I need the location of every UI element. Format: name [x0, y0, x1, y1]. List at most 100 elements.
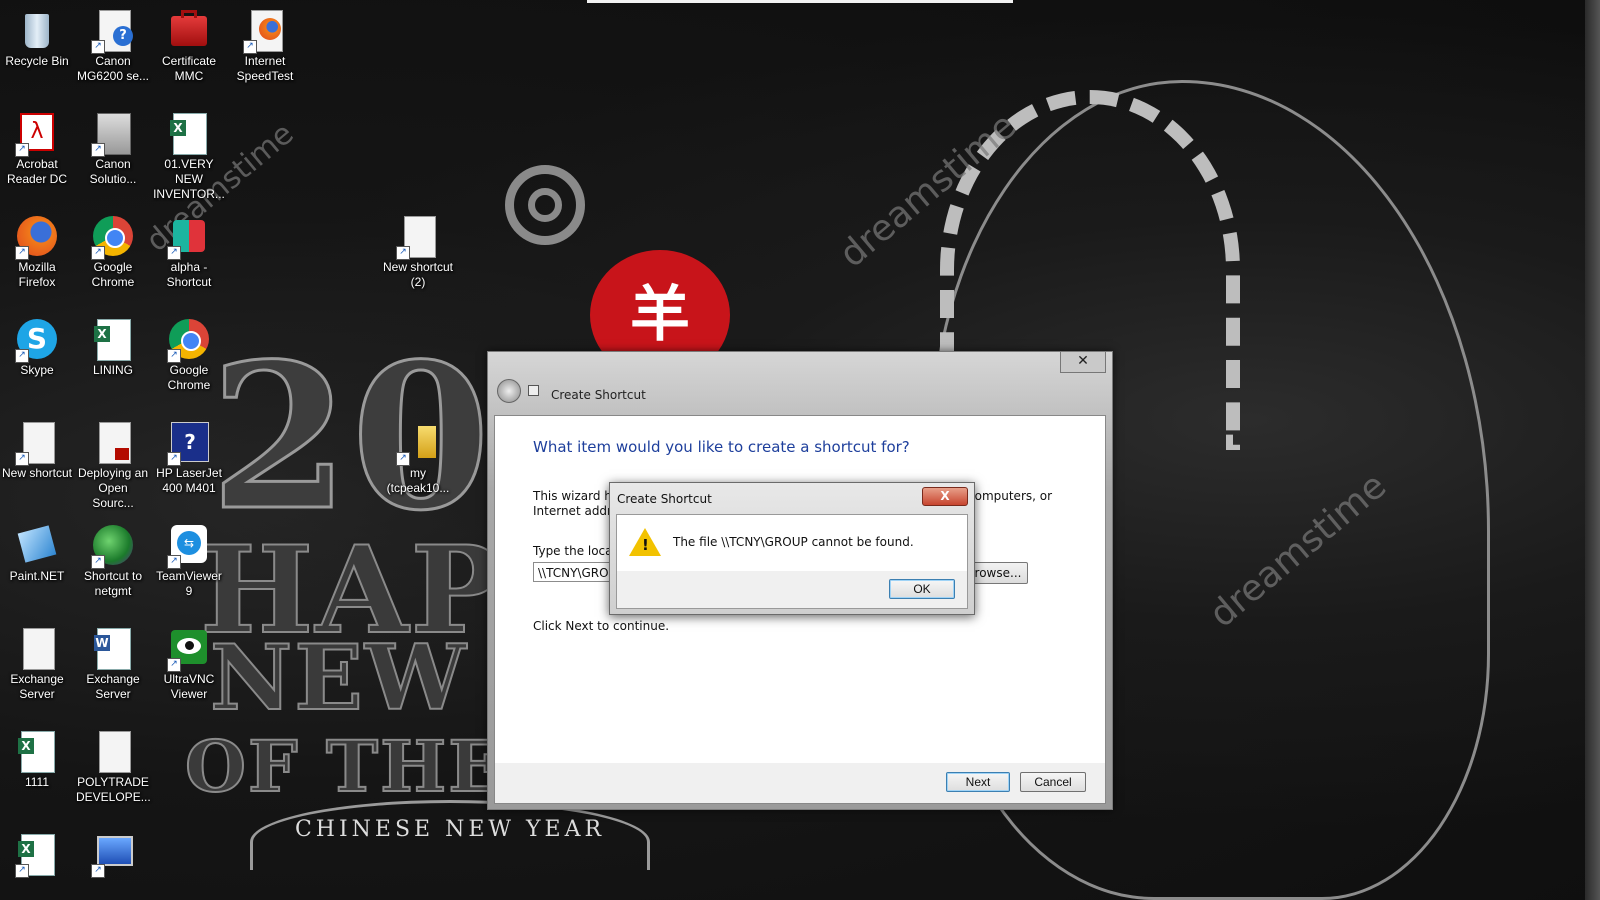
desktop-icon-firefox[interactable]: ↗ Mozilla Firefox [0, 214, 74, 290]
desktop-icon-acrobat[interactable]: λ ↗ Acrobat Reader DC [0, 111, 74, 187]
error-dialog: Create Shortcut X ! The file \\TCNY\GROU… [609, 482, 975, 615]
desktop-icon-new-shortcut-2[interactable]: ↗ New shortcut (2) [381, 214, 455, 290]
shortcut-icon [528, 385, 539, 396]
blank-document-icon [91, 729, 135, 775]
firefox-document-icon: ↗ [243, 8, 287, 54]
desktop-icon-label: HP LaserJet 400 M401 [156, 466, 222, 495]
desktop-icon-paint-net[interactable]: Paint.NET [0, 523, 74, 584]
desktop-icon-label: Certificate MMC [161, 54, 217, 83]
desktop-icon-label: Recycle Bin [5, 54, 69, 68]
error-dialog-close-button[interactable]: X [922, 487, 968, 506]
desktop-icon-1111[interactable]: 1111 [0, 729, 74, 790]
desktop-icon-alpha-shortcut[interactable]: ↗ alpha - Shortcut [152, 214, 226, 290]
desktop-icon-label: Google Chrome [167, 363, 211, 392]
recycle-bin-icon [15, 8, 59, 54]
blank-document-icon: ↗ [15, 420, 59, 466]
alpha-shirt-icon: ↗ [167, 214, 211, 260]
wallpaper-ribbon: CHINESE NEW YEAR [250, 800, 650, 870]
toolbox-icon [167, 8, 211, 54]
blank-document-icon: ↗ [396, 214, 440, 260]
paint-net-icon [15, 523, 59, 569]
desktop-icon-certificate-mmc[interactable]: Certificate MMC [152, 8, 226, 84]
desktop-icon-label: Shortcut to netgmt [83, 569, 143, 598]
teamviewer-icon: ⇆ ↗ [167, 523, 211, 569]
spiral-decoration [505, 165, 585, 245]
desktop-icon-ultravnc[interactable]: ↗ UltraVNC Viewer [152, 626, 226, 702]
desktop-icon-exchange-server-word[interactable]: Exchange Server [76, 626, 150, 702]
wizard-description-line2: Internet addre [533, 504, 620, 518]
desktop-icon-teamviewer[interactable]: ⇆ ↗ TeamViewer 9 [152, 523, 226, 599]
back-arrow-icon[interactable] [497, 379, 521, 403]
desktop-icon-google-chrome[interactable]: ↗ Google Chrome [76, 214, 150, 290]
desktop-icon-canon-mg6200[interactable]: ? ↗ Canon MG6200 se... [76, 8, 150, 84]
cancel-button[interactable]: Cancel [1020, 772, 1086, 792]
wizard-heading: What item would you like to create a sho… [533, 438, 910, 456]
skype-icon: S ↗ [15, 317, 59, 363]
desktop-icon-recycle-bin[interactable]: Recycle Bin [0, 8, 74, 69]
error-dialog-title: Create Shortcut [617, 492, 712, 506]
browse-button[interactable]: rowse... [968, 562, 1028, 584]
ok-button[interactable]: OK [889, 579, 955, 599]
desktop-icon-deploying-open-source[interactable]: Deploying an Open Sourc... [76, 420, 150, 511]
excel-icon [91, 317, 135, 363]
desktop-icon-lining[interactable]: LINING [76, 317, 150, 378]
desktop-icon-netgmt[interactable]: ↗ Shortcut to netgmt [76, 523, 150, 599]
top-window-edge [587, 0, 1013, 3]
desktop-icon-skype[interactable]: S ↗ Skype [0, 317, 74, 378]
desktop-icon-internet-speedtest[interactable]: ↗ Internet SpeedTest [228, 8, 302, 84]
canon-printer-help-icon: ? ↗ [91, 8, 135, 54]
desktop-icon-label: Deploying an Open Sourc... [77, 466, 149, 510]
desktop-icon-label: POLYTRADE DEVELOPE... [76, 775, 151, 804]
error-dialog-body: ! The file \\TCNY\GROUP cannot be found.… [616, 514, 968, 609]
ultravnc-eye-icon: ↗ [167, 626, 211, 672]
chrome-icon: ↗ [91, 214, 135, 260]
canon-solution-icon: ↗ [91, 111, 135, 157]
wizard-footer: Next Cancel [494, 763, 1106, 804]
folder-icon: ↗ [396, 420, 440, 466]
desktop-icon-polytrade[interactable]: POLYTRADE DEVELOPE... [76, 729, 151, 805]
desktop-icon-label: Paint.NET [9, 569, 65, 583]
desktop-icon-my-folder[interactable]: ↗ my (tcpeak10... [381, 420, 455, 496]
desktop-icon-label: Google Chrome [91, 260, 135, 289]
desktop-icon-computer-network[interactable]: ↗ [76, 832, 150, 878]
desktop-icon-canon-solution[interactable]: ↗ Canon Solutio... [76, 111, 150, 187]
error-dialog-button-bar: OK [617, 571, 967, 608]
desktop-icon-exchange-server[interactable]: Exchange Server [0, 626, 74, 702]
desktop-icon-label: TeamViewer 9 [156, 569, 222, 598]
desktop-icon-label: 01.VERY NEW INVENTOR... [153, 157, 225, 201]
desktop-icon-label: New shortcut [1, 466, 73, 480]
desktop-icon-label: Canon Solutio... [89, 157, 137, 186]
wizard-description-tail: computers, or [968, 489, 1053, 503]
computer-network-icon: ↗ [91, 832, 135, 878]
desktop-icon-label: Acrobat Reader DC [6, 157, 68, 186]
network-globe-icon: ↗ [91, 523, 135, 569]
right-window-edge [1585, 0, 1600, 900]
desktop-icon-label: Canon MG6200 se... [76, 54, 150, 83]
desktop-icon-label: alpha - Shortcut [166, 260, 212, 289]
desktop-icon-new-shortcut[interactable]: ↗ New shortcut [0, 420, 74, 481]
wizard-close-button[interactable]: ✕ [1060, 352, 1106, 373]
desktop-icon-very-new-inventory[interactable]: 01.VERY NEW INVENTOR... [152, 111, 226, 202]
desktop-icon-label: Internet SpeedTest [236, 54, 294, 83]
desktop-icon-google-chrome-2[interactable]: ↗ Google Chrome [152, 317, 226, 393]
blank-document-icon [15, 626, 59, 672]
hp-help-icon: ? ↗ [167, 420, 211, 466]
excel-icon [15, 729, 59, 775]
desktop-icon-excel-file[interactable]: ↗ [0, 832, 74, 878]
pdf-document-icon [91, 420, 135, 466]
desktop-icon-label: my (tcpeak10... [386, 466, 450, 495]
chrome-icon: ↗ [167, 317, 211, 363]
next-button[interactable]: Next [946, 772, 1010, 792]
firefox-icon: ↗ [15, 214, 59, 260]
desktop-icon-label: LINING [92, 363, 133, 377]
error-message: The file \\TCNY\GROUP cannot be found. [673, 535, 914, 549]
wizard-description-line1: This wizard he [533, 489, 620, 503]
desktop-icon-label: 1111 [24, 775, 50, 789]
desktop-icon-label: New shortcut (2) [382, 260, 454, 289]
next-hint: Click Next to continue. [533, 619, 670, 633]
desktop-icon-label: UltraVNC Viewer [163, 672, 215, 701]
desktop-icon-label: Skype [20, 363, 54, 377]
desktop-icon-hp-laserjet[interactable]: ? ↗ HP LaserJet 400 M401 [152, 420, 226, 496]
wizard-title: Create Shortcut [551, 388, 646, 402]
excel-icon: ↗ [15, 832, 59, 878]
